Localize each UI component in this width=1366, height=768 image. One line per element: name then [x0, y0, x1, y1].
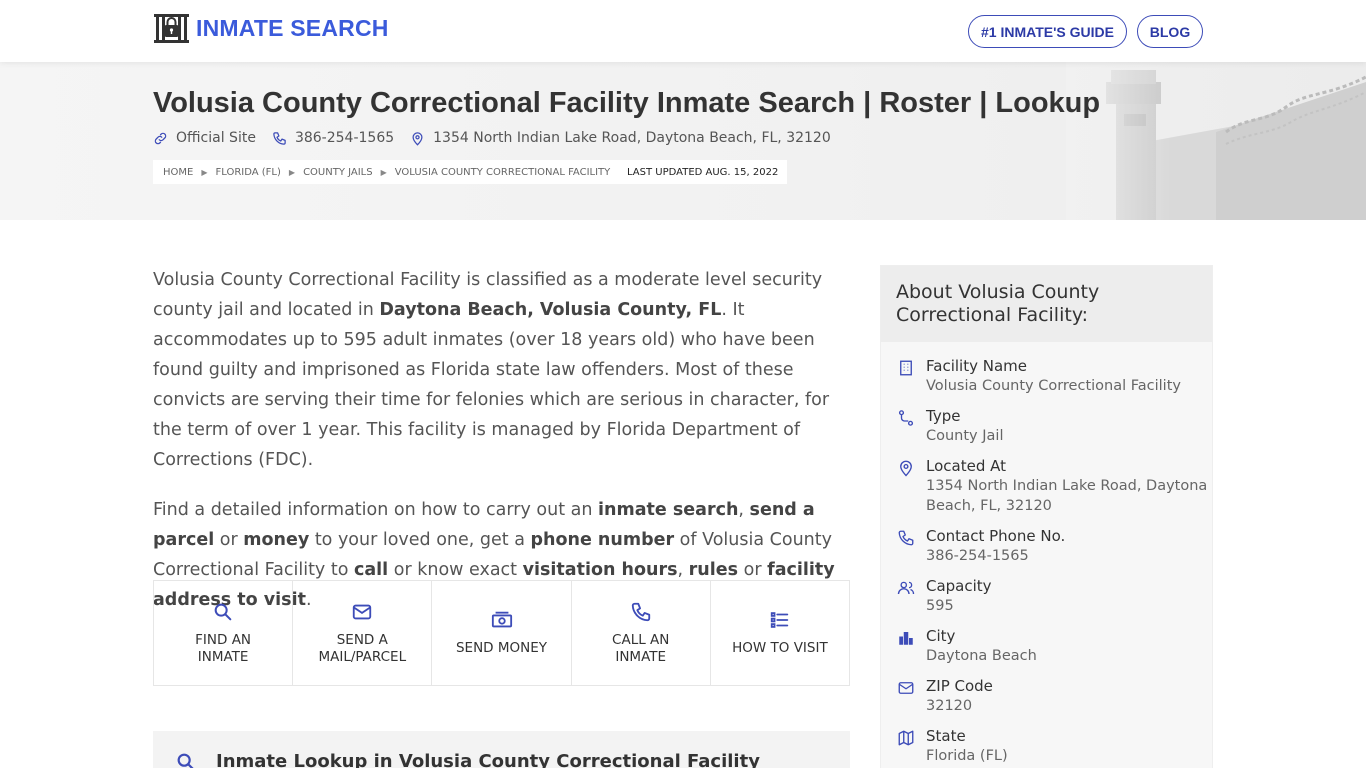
detail-label: Capacity — [926, 577, 992, 595]
detail-state: State Florida (FL) — [881, 726, 1212, 766]
building-icon — [900, 360, 912, 376]
brand-name: INMATE SEARCH — [196, 15, 389, 41]
detail-value: Florida (FL) — [926, 748, 1008, 764]
action-label: FIND AN INMATE — [195, 631, 252, 665]
site-logo[interactable]: INMATE SEARCH — [153, 13, 389, 44]
detail-label: Contact Phone No. — [926, 527, 1066, 545]
facility-meta: Official Site 386-254-1565 1354 North In… — [153, 130, 847, 146]
breadcrumb: HOME ▶ FLORIDA (FL) ▶ COUNTY JAILS ▶ VOL… — [153, 160, 621, 184]
about-heading: About Volusia County Correctional Facili… — [881, 266, 1212, 342]
mail-icon — [898, 682, 914, 694]
detail-value: Volusia County Correctional Facility — [926, 378, 1181, 394]
breadcrumb-home[interactable]: HOME — [163, 167, 193, 178]
breadcrumb-facility[interactable]: VOLUSIA COUNTY CORRECTIONAL FACILITY — [395, 167, 611, 178]
search-icon — [177, 753, 194, 768]
chevron-right-icon: ▶ — [288, 167, 296, 177]
phone-icon — [898, 530, 914, 546]
visitation-hours-link[interactable]: visitation hours — [523, 560, 678, 580]
how-to-visit-button[interactable]: HOW TO VISIT — [711, 581, 849, 685]
detail-type: Type County Jail — [881, 406, 1212, 446]
phone-number-link[interactable]: phone number — [531, 530, 675, 550]
city-icon — [899, 632, 913, 645]
detail-location: Located At 1354 North Indian Lake Road, … — [881, 456, 1212, 516]
prison-tower-illustration — [1066, 62, 1366, 220]
map-pin-icon — [412, 131, 423, 146]
breadcrumb-florida[interactable]: FLORIDA (FL) — [216, 167, 281, 178]
top-navbar: INMATE SEARCH #1 INMATE'S GUIDE BLOG — [0, 0, 1366, 62]
detail-value: 32120 — [926, 698, 973, 714]
users-icon — [897, 581, 915, 595]
jail-cell-lock-icon — [154, 14, 189, 43]
detail-value[interactable]: 386-254-1565 — [926, 546, 1212, 566]
phone-icon — [273, 131, 286, 145]
detail-value: Daytona Beach — [926, 648, 1037, 664]
money-link[interactable]: money — [243, 530, 309, 550]
last-updated-badge: LAST UPDATED AUG. 15, 2022 — [618, 160, 788, 184]
send-mail-button[interactable]: SEND A MAIL/PARCEL — [293, 581, 433, 685]
detail-label: State — [926, 727, 966, 745]
address-link[interactable]: 1354 North Indian Lake Road, Daytona Bea… — [410, 130, 831, 146]
lookup-title: Inmate Lookup in Volusia County Correcti… — [216, 751, 760, 768]
action-label: SEND MONEY — [455, 640, 548, 656]
phone-icon — [631, 602, 650, 621]
inmate-search-link[interactable]: inmate search — [598, 500, 738, 520]
action-tiles: FIND AN INMATE SEND A MAIL/PARCEL SEND M… — [153, 580, 850, 686]
detail-value: 595 — [926, 598, 954, 614]
phone-number: 386-254-1565 — [294, 130, 395, 146]
action-label: HOW TO VISIT — [732, 640, 828, 656]
page-title: Volusia County Correctional Facility Inm… — [153, 87, 1101, 119]
detail-value: 1354 North Indian Lake Road, Daytona Bea… — [926, 478, 1208, 514]
phone-link[interactable]: 386-254-1565 — [272, 130, 394, 146]
detail-label: Type — [926, 407, 961, 425]
map-pin-icon — [900, 460, 912, 477]
inmate-lookup-section: Inmate Lookup in Volusia County Correcti… — [153, 731, 850, 768]
detail-value: County Jail — [926, 428, 1004, 444]
detail-zip: ZIP Code 32120 — [881, 676, 1212, 716]
action-label: CALL AN INMATE — [612, 631, 670, 665]
inmates-guide-button[interactable]: #1 INMATE'S GUIDE — [968, 15, 1127, 48]
call-inmate-button[interactable]: CALL AN INMATE — [572, 581, 711, 685]
breadcrumb-county-jails[interactable]: COUNTY JAILS — [303, 167, 373, 178]
call-link[interactable]: call — [354, 560, 388, 580]
map-icon — [898, 730, 914, 746]
chevron-right-icon: ▶ — [201, 167, 208, 177]
link-icon — [154, 132, 167, 144]
detail-city: City Daytona Beach — [881, 626, 1212, 666]
detail-label: ZIP Code — [926, 677, 993, 695]
search-icon — [214, 603, 232, 620]
about-details-list: Facility Name Volusia County Correctiona… — [881, 342, 1212, 766]
hero-banner: Volusia County Correctional Facility Inm… — [0, 62, 1366, 220]
send-money-button[interactable]: SEND MONEY — [432, 581, 572, 685]
list-icon — [770, 612, 789, 628]
official-site-label: Official Site — [176, 130, 256, 146]
action-label: SEND A MAIL/PARCEL — [318, 631, 407, 665]
about-facility-card: About Volusia County Correctional Facili… — [880, 265, 1213, 768]
mail-icon — [353, 604, 372, 619]
detail-capacity: Capacity 595 — [881, 576, 1212, 616]
detail-label: Facility Name — [926, 357, 1027, 375]
chevron-right-icon: ▶ — [380, 167, 387, 177]
blog-button[interactable]: BLOG — [1137, 15, 1203, 48]
rules-link[interactable]: rules — [689, 560, 738, 580]
find-inmate-button[interactable]: FIND AN INMATE — [154, 581, 294, 685]
address-text: 1354 North Indian Lake Road, Daytona Bea… — [433, 130, 831, 146]
intro-paragraph-1: Volusia County Correctional Facility is … — [153, 270, 830, 470]
official-site-link[interactable]: Official Site — [153, 130, 256, 146]
route-icon — [898, 410, 914, 426]
detail-label: Located At — [926, 457, 1006, 475]
detail-phone: Contact Phone No. 386-254-1565 — [881, 526, 1212, 566]
detail-label: City — [926, 627, 956, 645]
money-icon — [491, 611, 512, 628]
detail-facility-name: Facility Name Volusia County Correctiona… — [881, 356, 1212, 396]
